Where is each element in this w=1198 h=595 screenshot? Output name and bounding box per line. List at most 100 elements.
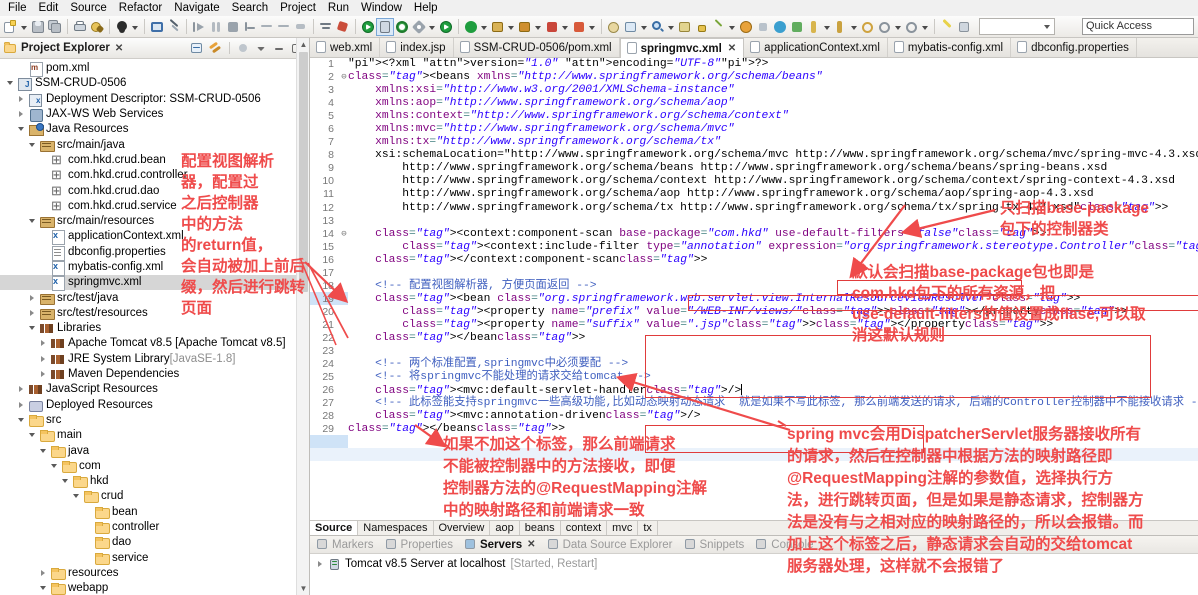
tree-twisty-closed[interactable] bbox=[37, 352, 50, 367]
tree-item[interactable]: com bbox=[0, 459, 309, 474]
search-icon[interactable] bbox=[650, 19, 666, 35]
save-all-icon[interactable] bbox=[47, 19, 63, 35]
tree-twisty-open[interactable] bbox=[26, 428, 39, 443]
bottom-tab-markers[interactable]: Markers bbox=[313, 536, 380, 554]
code-line[interactable]: 25 <!-- 将springmvc不能处理的请求交给tomcat --> bbox=[310, 371, 1198, 384]
code-line[interactable]: 3 xmlns:xsi="http://www.w3.org/2001/XMLS… bbox=[310, 84, 1198, 97]
new-wizard-icon[interactable] bbox=[3, 19, 19, 35]
open-perspective-icon[interactable] bbox=[149, 19, 165, 35]
tree-twisty-closed[interactable] bbox=[26, 306, 39, 321]
tree-twisty-closed[interactable] bbox=[15, 92, 28, 107]
tree-item[interactable]: webapp bbox=[0, 581, 309, 595]
code-line[interactable]: 23 bbox=[310, 345, 1198, 358]
tree-twisty-closed[interactable] bbox=[15, 382, 28, 397]
menu-item-project[interactable]: Project bbox=[274, 0, 322, 16]
resume-icon[interactable] bbox=[191, 19, 207, 35]
sync-icon[interactable] bbox=[394, 19, 410, 35]
history-icon[interactable] bbox=[738, 19, 754, 35]
chevron-down-icon[interactable] bbox=[254, 41, 269, 56]
validate-dropdown-icon[interactable] bbox=[588, 19, 597, 35]
tree-item[interactable]: Java Resources bbox=[0, 122, 309, 137]
fold-toggle-icon[interactable]: ⊖ bbox=[340, 228, 348, 241]
code-line[interactable]: 5 xmlns:context="http://www.springframew… bbox=[310, 110, 1198, 123]
profile-icon[interactable] bbox=[544, 19, 560, 35]
bottom-tab-properties[interactable]: Properties bbox=[382, 536, 459, 554]
source-tab-aop[interactable]: aop bbox=[490, 520, 520, 536]
last-edit-icon[interactable] bbox=[806, 19, 822, 35]
tree-twisty-open[interactable] bbox=[37, 581, 50, 595]
print-icon[interactable] bbox=[72, 19, 88, 35]
tree-item[interactable]: JAX-WS Web Services bbox=[0, 107, 309, 123]
menu-item-run[interactable]: Run bbox=[322, 0, 355, 16]
step-into-icon[interactable] bbox=[242, 19, 258, 35]
editor-tab-dbconfig-properties[interactable]: dbconfig.properties bbox=[1011, 38, 1137, 57]
code-line[interactable]: 27 <!-- 此标签能支持springmvc一些高级功能,比如动态映射动态请求… bbox=[310, 397, 1198, 410]
tree-item[interactable]: service bbox=[0, 551, 309, 566]
search-dropdown-icon[interactable] bbox=[667, 19, 676, 35]
lock-icon[interactable] bbox=[694, 19, 710, 35]
validate-icon[interactable] bbox=[571, 19, 587, 35]
tree-twisty-open[interactable] bbox=[4, 76, 17, 91]
tree-twisty-open[interactable] bbox=[26, 138, 39, 153]
debug-config-icon[interactable] bbox=[490, 19, 506, 35]
tree-twisty-closed[interactable] bbox=[37, 367, 50, 382]
link-icon[interactable] bbox=[166, 18, 182, 35]
new-class-icon[interactable] bbox=[606, 19, 622, 35]
link-with-editor-icon[interactable] bbox=[208, 41, 223, 56]
forward-dropdown-icon[interactable] bbox=[921, 19, 930, 35]
editor-tab-applicationcontext-xml[interactable]: applicationContext.xml bbox=[744, 38, 888, 57]
use-step-filters-icon[interactable] bbox=[318, 19, 334, 35]
tree-twisty-open[interactable] bbox=[15, 122, 28, 137]
external-tools-icon[interactable] bbox=[411, 19, 427, 35]
next-edit-dropdown-icon[interactable] bbox=[894, 19, 903, 35]
tree-item[interactable]: SSM-CRUD-0506 bbox=[0, 76, 309, 92]
profile-dropdown-icon[interactable] bbox=[561, 19, 570, 35]
debug-dropdown-icon[interactable] bbox=[131, 19, 140, 35]
bottom-tab-snippets[interactable]: Snippets bbox=[681, 536, 751, 554]
run-config-dropdown-icon[interactable] bbox=[480, 19, 489, 35]
edit-icon[interactable] bbox=[711, 18, 727, 35]
drop-to-frame-icon[interactable] bbox=[293, 19, 309, 35]
code-line[interactable]: 28 class="tag"><mvc:annotation-drivencla… bbox=[310, 410, 1198, 423]
tree-twisty-open[interactable] bbox=[37, 444, 50, 459]
menu-item-navigate[interactable]: Navigate bbox=[168, 0, 225, 16]
source-tab-beans[interactable]: beans bbox=[520, 520, 561, 536]
toolbar-combo[interactable] bbox=[979, 18, 1055, 35]
tree-item[interactable]: resources bbox=[0, 566, 309, 581]
editor-tab-springmvc-xml[interactable]: springmvc.xml ✕ bbox=[619, 38, 745, 58]
quick-access-input[interactable]: Quick Access bbox=[1082, 18, 1194, 35]
tree-item[interactable]: main bbox=[0, 428, 309, 443]
code-line[interactable]: 4 xmlns:aop="http://www.springframework.… bbox=[310, 97, 1198, 110]
code-line[interactable]: 1 "pi"><?xml "attn">version="1.0" "attn">… bbox=[310, 58, 1198, 71]
tree-twisty-closed[interactable] bbox=[37, 566, 50, 581]
prev-edit-icon[interactable] bbox=[860, 19, 876, 35]
menu-item-help[interactable]: Help bbox=[408, 0, 444, 16]
debug-icon[interactable] bbox=[114, 19, 130, 35]
tree-item[interactable]: src bbox=[0, 413, 309, 428]
editor-tab-ssm-crud-0506-pom-xml[interactable]: SSM-CRUD-0506/pom.xml bbox=[454, 38, 620, 57]
server-icon[interactable] bbox=[376, 17, 394, 36]
run-last-tool-icon[interactable] bbox=[335, 19, 351, 35]
code-line[interactable]: 10 http://www.springframework.org/schema… bbox=[310, 175, 1198, 188]
new-wizard-dropdown-icon[interactable] bbox=[20, 19, 29, 35]
back-icon[interactable] bbox=[833, 19, 849, 35]
project-tree[interactable]: pom.xml SSM-CRUD-0506 Deployment Descripto… bbox=[0, 59, 309, 595]
build-icon[interactable] bbox=[89, 19, 105, 35]
tree-item[interactable]: bean bbox=[0, 505, 309, 520]
menu-item-edit[interactable]: Edit bbox=[33, 0, 65, 16]
tree-twisty-open[interactable] bbox=[59, 474, 72, 489]
tree-item[interactable]: dao bbox=[0, 535, 309, 550]
code-line[interactable]: 8 xsi:schemaLocation="http://www.springf… bbox=[310, 149, 1198, 162]
new-package-icon[interactable] bbox=[623, 19, 639, 35]
tree-item[interactable]: pom.xml bbox=[0, 61, 309, 78]
toggle-mark-icon[interactable] bbox=[789, 19, 805, 35]
fold-toggle-icon[interactable]: ⊖ bbox=[340, 71, 348, 84]
bottom-tab-servers[interactable]: Servers ✕ bbox=[461, 536, 542, 554]
source-tab-source[interactable]: Source bbox=[310, 520, 359, 536]
code-line[interactable]: 26 class="tag"><mvc:default-servlet-hand… bbox=[310, 384, 1198, 397]
code-line[interactable]: 24 <!-- 两个标准配置,springmvc中必须要配 --> bbox=[310, 358, 1198, 371]
tree-twisty-open[interactable] bbox=[26, 321, 39, 336]
source-tab-tx[interactable]: tx bbox=[638, 520, 658, 536]
editor-tab-index-jsp[interactable]: index.jsp bbox=[380, 38, 454, 57]
tree-twisty-closed[interactable] bbox=[15, 398, 28, 413]
